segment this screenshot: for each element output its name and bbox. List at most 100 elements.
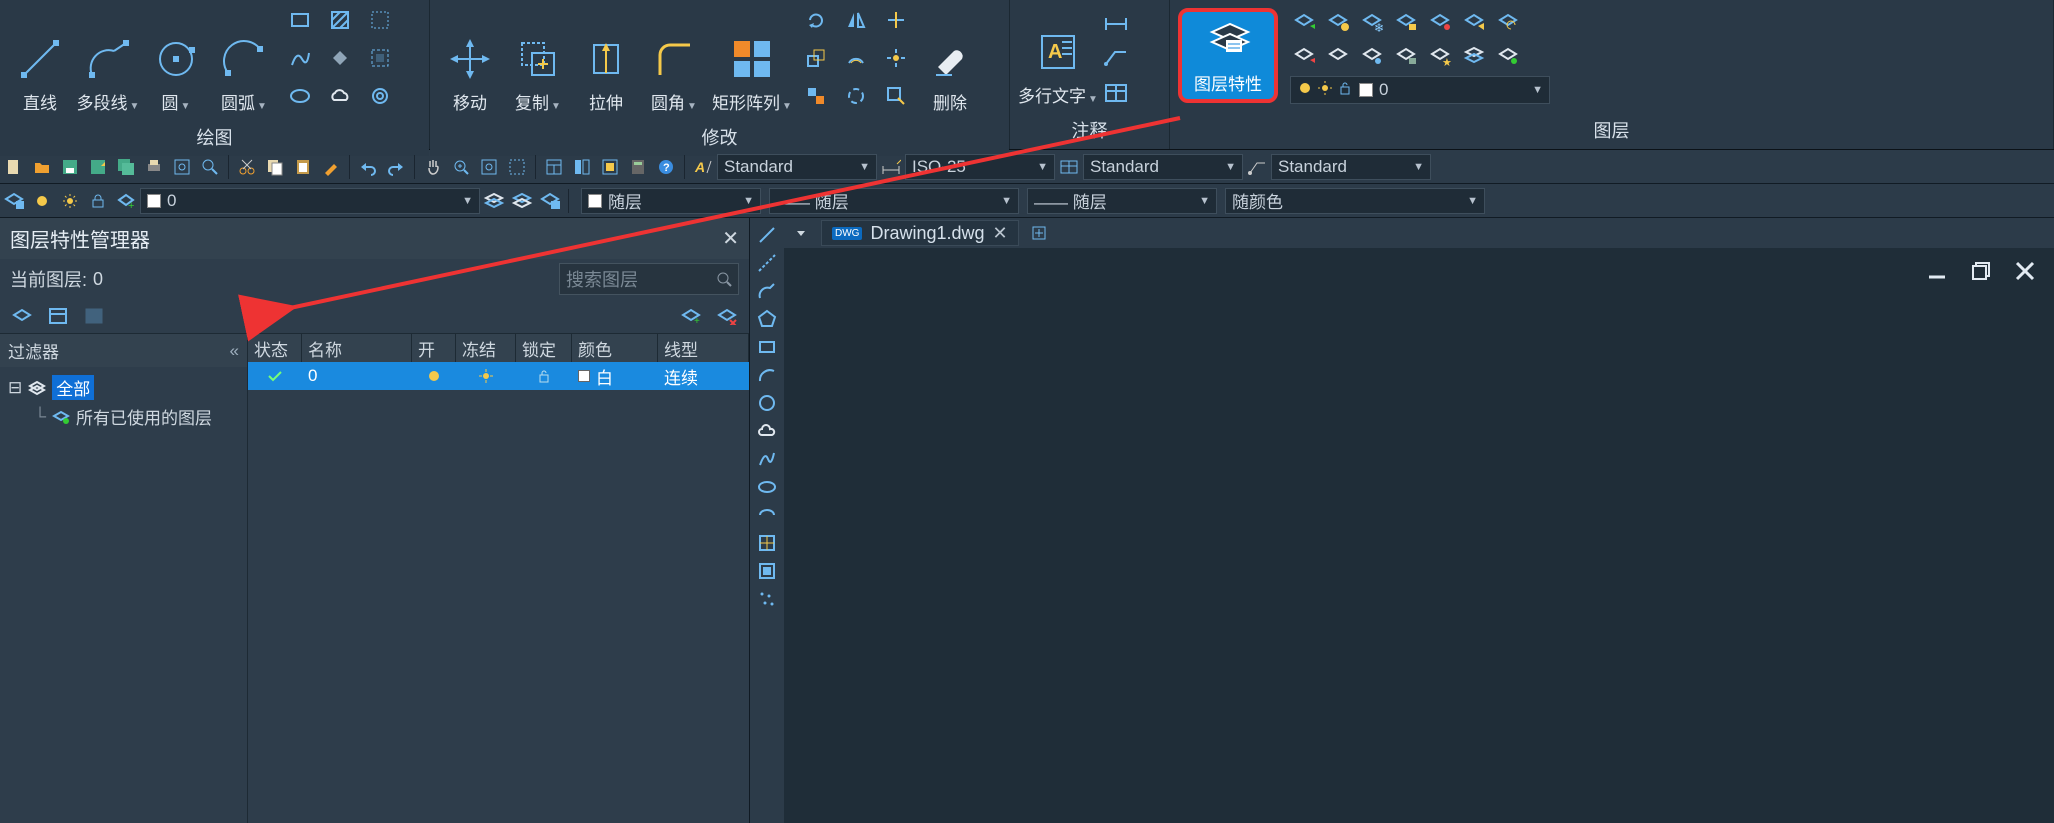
layer-prev-icon[interactable] (1494, 8, 1522, 36)
layer-cur-icon[interactable]: ★ (1426, 42, 1454, 70)
saveas-icon[interactable] (85, 154, 111, 180)
vt-xline-icon[interactable] (754, 250, 780, 276)
scale-icon[interactable] (802, 44, 830, 72)
ellipse-icon[interactable] (286, 82, 314, 110)
leader-icon[interactable] (1102, 43, 1130, 71)
vt-arc-icon[interactable] (754, 362, 780, 388)
new-tab-button[interactable] (1027, 221, 1051, 245)
print-icon[interactable] (141, 154, 167, 180)
hatch-icon[interactable] (326, 6, 354, 34)
th-linetype[interactable]: 线型 (658, 334, 749, 362)
color-combo[interactable]: 随层 ▼ (581, 188, 761, 214)
vt-ellarc-icon[interactable] (754, 502, 780, 528)
dimstyle-combo[interactable]: ISO-25▼ (905, 154, 1055, 180)
th-lock[interactable]: 锁定 (516, 334, 572, 362)
layer-search[interactable]: 搜索图层 (559, 263, 739, 295)
layer-uniso-icon[interactable] (1324, 42, 1352, 70)
tool-circle[interactable]: 圆▼ (144, 6, 208, 114)
layers-props2-icon[interactable] (537, 188, 563, 214)
tab-close-icon[interactable]: ✕ (993, 223, 1008, 244)
cell-on[interactable] (412, 362, 456, 390)
tool-polyline[interactable]: 多段线▼ (76, 6, 140, 114)
vt-rect-icon[interactable] (754, 334, 780, 360)
rect-icon[interactable] (286, 6, 314, 34)
th-freeze[interactable]: 冻结 (456, 334, 516, 362)
table-row[interactable]: 0 白 连续 (248, 362, 749, 390)
vt-point-icon[interactable] (754, 586, 780, 612)
solid-icon[interactable] (326, 44, 354, 72)
vt-spline-icon[interactable] (754, 446, 780, 472)
vt-pline-icon[interactable] (754, 278, 780, 304)
textstyle-icon[interactable]: A (690, 154, 716, 180)
cell-freeze[interactable] (456, 362, 516, 390)
layer-lock-icon[interactable] (1392, 8, 1420, 36)
tree-item-all[interactable]: ⊟ 全部 (6, 373, 241, 402)
tool-move[interactable]: 移动 (438, 6, 502, 114)
cell-linetype[interactable]: 连续 (658, 362, 749, 390)
explode-icon[interactable] (882, 44, 910, 72)
tool-fillet[interactable]: 圆角▼ (642, 6, 706, 114)
spline-icon[interactable] (286, 44, 314, 72)
new-layer-icon[interactable] (9, 303, 35, 329)
zoom-win-icon[interactable] (476, 154, 502, 180)
layer-frz-icon[interactable]: ❄ (1358, 8, 1386, 36)
vt-polygon-icon[interactable] (754, 306, 780, 332)
open-icon[interactable] (29, 154, 55, 180)
tool-palette-icon[interactable] (569, 154, 595, 180)
delete-layer-btn[interactable] (714, 303, 740, 329)
tool-copy[interactable]: 复制▼ (506, 6, 570, 114)
tool-delete[interactable]: 删除 (918, 6, 982, 114)
break-icon[interactable] (842, 82, 870, 110)
layers-stack2-icon[interactable] (509, 188, 535, 214)
zoom-rt-icon[interactable] (448, 154, 474, 180)
save-icon[interactable] (57, 154, 83, 180)
mirror-icon[interactable] (842, 6, 870, 34)
plotstyle-combo[interactable]: 随颜色 ▼ (1225, 188, 1485, 214)
drawing-area[interactable]: DWG Drawing1.dwg ✕ (784, 218, 2054, 823)
props-palette-icon[interactable] (541, 154, 567, 180)
document-tab[interactable]: DWG Drawing1.dwg ✕ (821, 220, 1019, 246)
textstyle-combo[interactable]: Standard▼ (717, 154, 877, 180)
cell-lock[interactable] (516, 362, 572, 390)
sun-icon-2[interactable] (57, 188, 83, 214)
vt-line-icon[interactable] (754, 222, 780, 248)
layer-on-icon[interactable] (1290, 42, 1318, 70)
layer-thaw-icon[interactable] (1358, 42, 1386, 70)
new-group-icon[interactable] (81, 303, 107, 329)
lineweight-combo[interactable]: —— 随层 ▼ (1027, 188, 1217, 214)
region-icon[interactable] (366, 44, 394, 72)
table-icon[interactable] (1102, 79, 1130, 107)
bulb-icon-2[interactable] (29, 188, 55, 214)
tab-menu-icon[interactable] (788, 220, 814, 246)
redo-icon[interactable] (383, 154, 409, 180)
new-icon[interactable] (1, 154, 27, 180)
close-icon[interactable]: ✕ (722, 226, 739, 251)
layer-iso-icon[interactable] (1324, 8, 1352, 36)
layer-match-icon[interactable] (1460, 8, 1488, 36)
undo-icon[interactable] (355, 154, 381, 180)
collapse-icon[interactable]: « (230, 341, 239, 361)
new-layer-btn[interactable]: + (678, 303, 704, 329)
minimize-icon[interactable] (1920, 254, 1954, 288)
layer-combo-2[interactable]: 0 ▼ (140, 188, 480, 214)
layer-mk-icon[interactable] (1426, 8, 1454, 36)
rotate-icon[interactable] (802, 6, 830, 34)
vt-block-icon[interactable] (754, 558, 780, 584)
tool-array[interactable]: 矩形阵列▼ (710, 6, 794, 114)
vt-cloud-icon[interactable] (754, 418, 780, 444)
close-window-icon[interactable] (2008, 254, 2042, 288)
layer-state-icon[interactable] (1494, 42, 1522, 70)
layer-add-icon[interactable]: + (113, 188, 139, 214)
dimstyle-icon[interactable] (878, 154, 904, 180)
pan-icon[interactable] (420, 154, 446, 180)
th-color[interactable]: 颜色 (572, 334, 658, 362)
tool-stretch[interactable]: 拉伸 (574, 6, 638, 114)
th-status[interactable]: 状态 (248, 334, 302, 362)
zoom-ext-icon[interactable] (504, 154, 530, 180)
tree-item-used[interactable]: └ 所有已使用的图层 (32, 402, 241, 431)
th-on[interactable]: 开 (412, 334, 456, 362)
layer-walk-icon[interactable] (1460, 42, 1488, 70)
calc-icon[interactable] (625, 154, 651, 180)
edit-icon[interactable] (882, 82, 910, 110)
find-icon[interactable] (197, 154, 223, 180)
